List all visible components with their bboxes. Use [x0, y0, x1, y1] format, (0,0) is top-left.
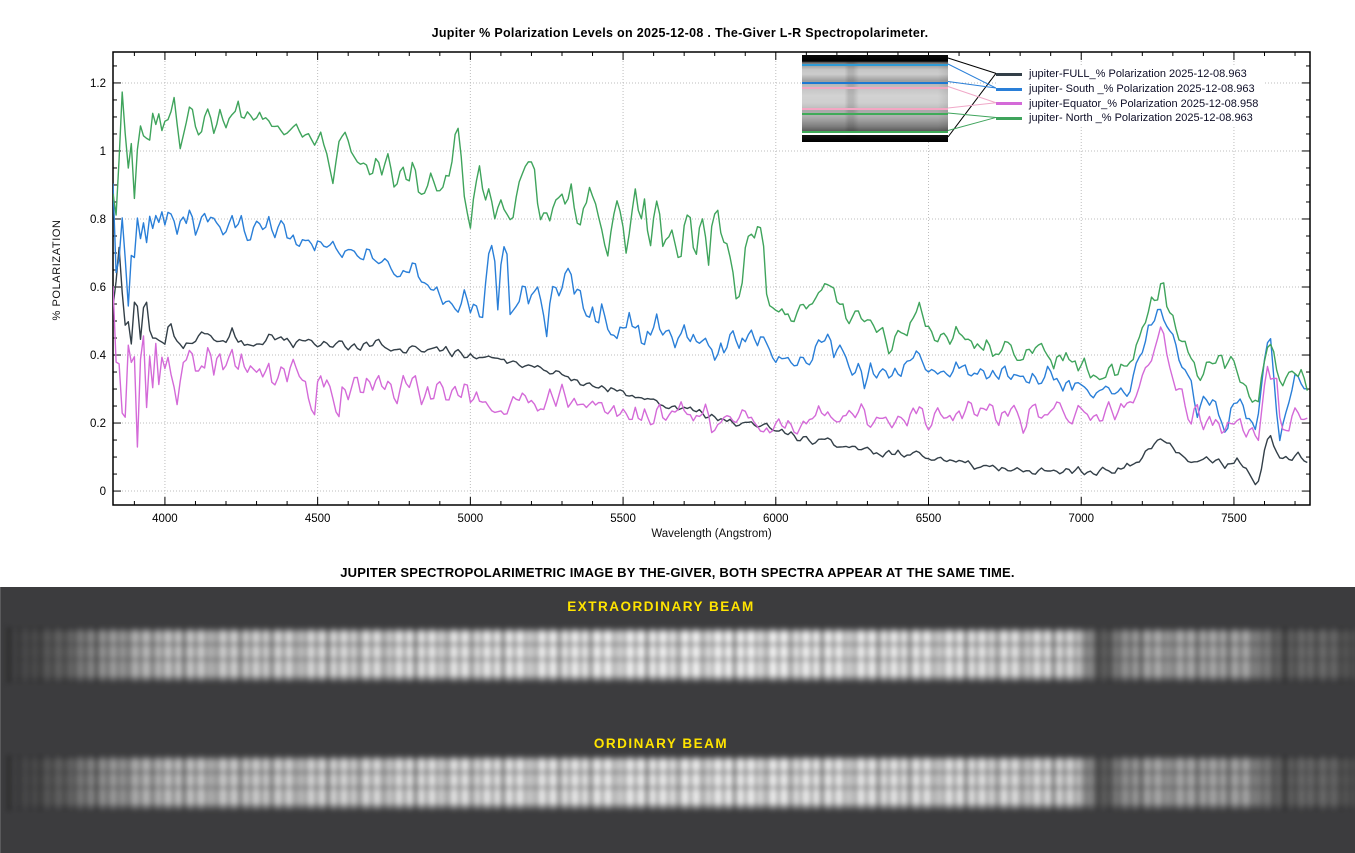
legend-label: jupiter-FULL_% Polarization 2025-12-08.9… [1029, 68, 1247, 80]
blue-boundary-line [802, 82, 948, 84]
y-tick-label: 0.2 [90, 418, 106, 430]
chart-title: Jupiter % Polarization Levels on 2025-12… [30, 26, 1330, 40]
x-tick-label: 6000 [763, 513, 789, 525]
bottom-heading: JUPITER SPECTROPOLARIMETRIC IMAGE BY THE… [0, 565, 1355, 580]
y-axis-title: % POLARIZATION [51, 219, 63, 320]
extraordinary-beam-image [7, 627, 1355, 683]
y-tick-label: 1.2 [90, 78, 106, 90]
x-tick-label: 5500 [610, 513, 636, 525]
ordinary-beam-image [7, 755, 1355, 811]
x-tick-label: 7500 [1221, 513, 1247, 525]
white-boundary-line [802, 133, 948, 135]
x-tick-label: 6500 [916, 513, 942, 525]
legend-label: jupiter-Equator_% Polarization 2025-12-0… [1029, 98, 1258, 110]
extraordinary-beam-label: EXTRAORDINARY BEAM [1, 599, 1321, 614]
inset-connector-line [948, 103, 996, 108]
legend-marker-line [996, 88, 1022, 91]
x-axis-title: Wavelength (Angstrom) [113, 528, 1310, 540]
spectral-inset-image [802, 55, 948, 142]
y-tick-label: 0.6 [90, 282, 106, 294]
page: 4000 4500 5000 5500 6000 6500 7000 7500 0 0.2 0.4 0… [0, 0, 1355, 853]
x-tick-label: 4500 [305, 513, 331, 525]
polarization-chart: 4000 4500 5000 5500 6000 6500 7000 7500 0 0.2 0.4 0… [0, 0, 1355, 562]
y-tick-label: 0.4 [90, 350, 107, 362]
inset-connector-line [948, 58, 996, 73]
legend: jupiter-FULL_% Polarization 2025-12-08.9… [996, 66, 1264, 127]
pink-boundary-line-1 [802, 87, 948, 89]
legend-item: jupiter-Equator_% Polarization 2025-12-0… [996, 96, 1258, 111]
ordinary-beam-label: ORDINARY BEAM [1, 736, 1321, 751]
x-tick-label: 7000 [1068, 513, 1094, 525]
legend-item: jupiter-FULL_% Polarization 2025-12-08.9… [996, 67, 1258, 82]
y-tick-label: 0.8 [90, 214, 106, 226]
inset-connector-line [948, 87, 996, 103]
beam-panel: EXTRAORDINARY BEAM ORDINARY BEAM [0, 587, 1355, 853]
series-jupiter-FULL [113, 247, 1307, 484]
green-boundary-line-1 [802, 113, 948, 115]
inset-connector-line [948, 117, 996, 130]
inset-connector-line [948, 113, 996, 117]
series-jupiter- [113, 92, 1307, 402]
cyan-boundary-line [802, 64, 948, 66]
x-tick-label: 5000 [458, 513, 484, 525]
y-tick-label: 0 [100, 486, 106, 498]
legend-marker-line [996, 117, 1022, 120]
legend-marker-line [996, 73, 1022, 76]
legend-item: jupiter- South _% Polarization 2025-12-0… [996, 82, 1258, 97]
legend-marker-line [996, 102, 1022, 105]
series-jupiter-Equator [113, 286, 1307, 447]
legend-label: jupiter- North _% Polarization 2025-12-0… [1029, 112, 1253, 124]
pink-boundary-line-2 [802, 108, 948, 110]
x-tick-label: 4000 [152, 513, 178, 525]
legend-item: jupiter- North _% Polarization 2025-12-0… [996, 111, 1258, 126]
y-tick-label: 1 [100, 146, 106, 158]
legend-label: jupiter- South _% Polarization 2025-12-0… [1029, 83, 1255, 95]
